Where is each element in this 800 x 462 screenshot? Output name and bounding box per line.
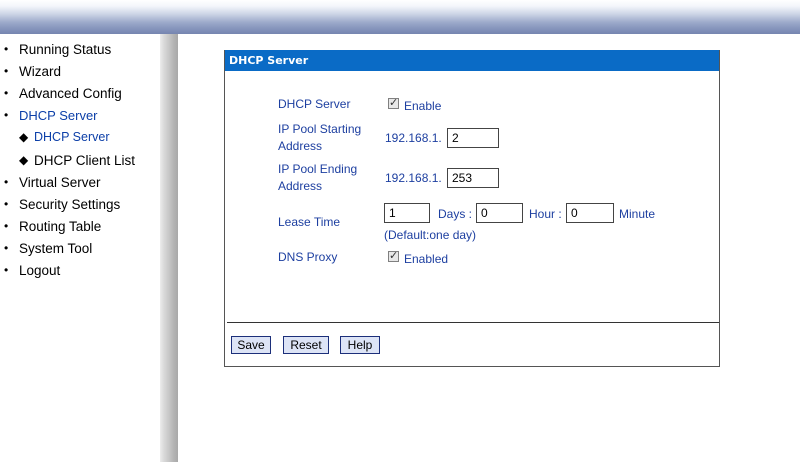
help-button[interactable]: Help <box>340 336 380 354</box>
bullet-icon: • <box>4 64 9 78</box>
lease-minutes-input[interactable] <box>566 203 614 223</box>
days-label: Days : <box>438 207 473 221</box>
panel-divider <box>227 322 719 323</box>
save-button[interactable]: Save <box>231 336 271 354</box>
pool-end-label: IP Pool Ending Address <box>278 161 357 195</box>
sidebar-item-wizard[interactable]: • Wizard <box>4 64 62 79</box>
sidebar-item-logout[interactable]: • Logout <box>4 263 61 278</box>
sidebar-item-virtual-server[interactable]: • Virtual Server <box>4 175 101 190</box>
sidebar-item-system-tool[interactable]: • System Tool <box>4 241 93 256</box>
sidebar-item-dhcp-server[interactable]: • DHCP Server <box>4 108 98 123</box>
minute-label: Minute <box>619 207 656 221</box>
pool-end-input[interactable] <box>447 168 499 188</box>
sidebar-item-label: Wizard <box>19 64 62 79</box>
sidebar-item-security-settings[interactable]: • Security Settings <box>4 197 121 212</box>
sidebar-item-label: Running Status <box>19 42 112 57</box>
lease-time-label: Lease Time <box>278 215 341 229</box>
pool-start-input[interactable] <box>447 128 499 148</box>
sidebar-item-label: Routing Table <box>19 219 102 234</box>
pool-end-label-line2: Address <box>278 179 323 193</box>
sidebar-subitem-dhcp-server[interactable]: ◆ DHCP Server <box>19 130 110 144</box>
sidebar-nav: • Running Status • Wizard • Advanced Config… <box>0 34 160 462</box>
dhcp-server-label: DHCP Server <box>278 97 351 111</box>
frame-divider[interactable] <box>160 34 178 462</box>
dns-proxy-label: DNS Proxy <box>278 250 338 264</box>
dns-proxy-checkbox[interactable] <box>388 249 399 262</box>
sidebar-item-running-status[interactable]: • Running Status <box>4 42 112 57</box>
bullet-icon: • <box>4 86 9 100</box>
bullet-icon: • <box>4 42 9 56</box>
bullet-icon: • <box>4 263 9 277</box>
lease-hours-input[interactable] <box>476 203 523 223</box>
bullet-icon: ◆ <box>19 130 29 144</box>
pool-start-prefix: 192.168.1. <box>385 131 442 145</box>
sidebar-item-advanced-config[interactable]: • Advanced Config <box>4 86 122 101</box>
sidebar-item-label: DHCP Server <box>19 108 98 123</box>
dhcp-enable-checkbox[interactable] <box>388 96 399 109</box>
sidebar-item-label: Logout <box>19 263 61 278</box>
pool-start-label: IP Pool Starting Address <box>278 121 361 155</box>
bullet-icon: • <box>4 219 9 233</box>
sidebar-item-label: Advanced Config <box>19 86 122 101</box>
panel-title: DHCP Server <box>225 50 719 71</box>
pool-start-label-line2: Address <box>278 139 323 153</box>
lease-days-input[interactable] <box>384 203 430 223</box>
sidebar-item-label: Security Settings <box>19 197 121 212</box>
sidebar-item-label: DHCP Client List <box>34 153 136 168</box>
top-banner <box>0 0 800 34</box>
sidebar-item-label: DHCP Server <box>34 130 110 144</box>
dhcp-settings-panel: DHCP Server DHCP Server Enable IP Pool S… <box>224 50 720 367</box>
reset-button[interactable]: Reset <box>283 336 329 354</box>
pool-end-prefix: 192.168.1. <box>385 171 442 185</box>
sidebar-subitem-dhcp-client-list[interactable]: ◆ DHCP Client List <box>19 153 136 168</box>
bullet-icon: • <box>4 197 9 211</box>
bullet-icon: ◆ <box>19 153 29 167</box>
bullet-icon: • <box>4 175 9 189</box>
bullet-icon: • <box>4 108 9 122</box>
sidebar-item-label: Virtual Server <box>19 175 101 190</box>
enabled-label: Enabled <box>404 252 449 266</box>
enable-label: Enable <box>404 99 442 113</box>
pool-start-label-line1: IP Pool Starting <box>278 122 362 136</box>
sidebar-item-routing-table[interactable]: • Routing Table <box>4 219 102 234</box>
hour-label: Hour : <box>529 207 562 221</box>
pool-end-label-line1: IP Pool Ending <box>278 162 358 176</box>
lease-default-note: (Default:one day) <box>384 228 477 242</box>
bullet-icon: • <box>4 241 9 255</box>
sidebar-item-label: System Tool <box>19 241 93 256</box>
